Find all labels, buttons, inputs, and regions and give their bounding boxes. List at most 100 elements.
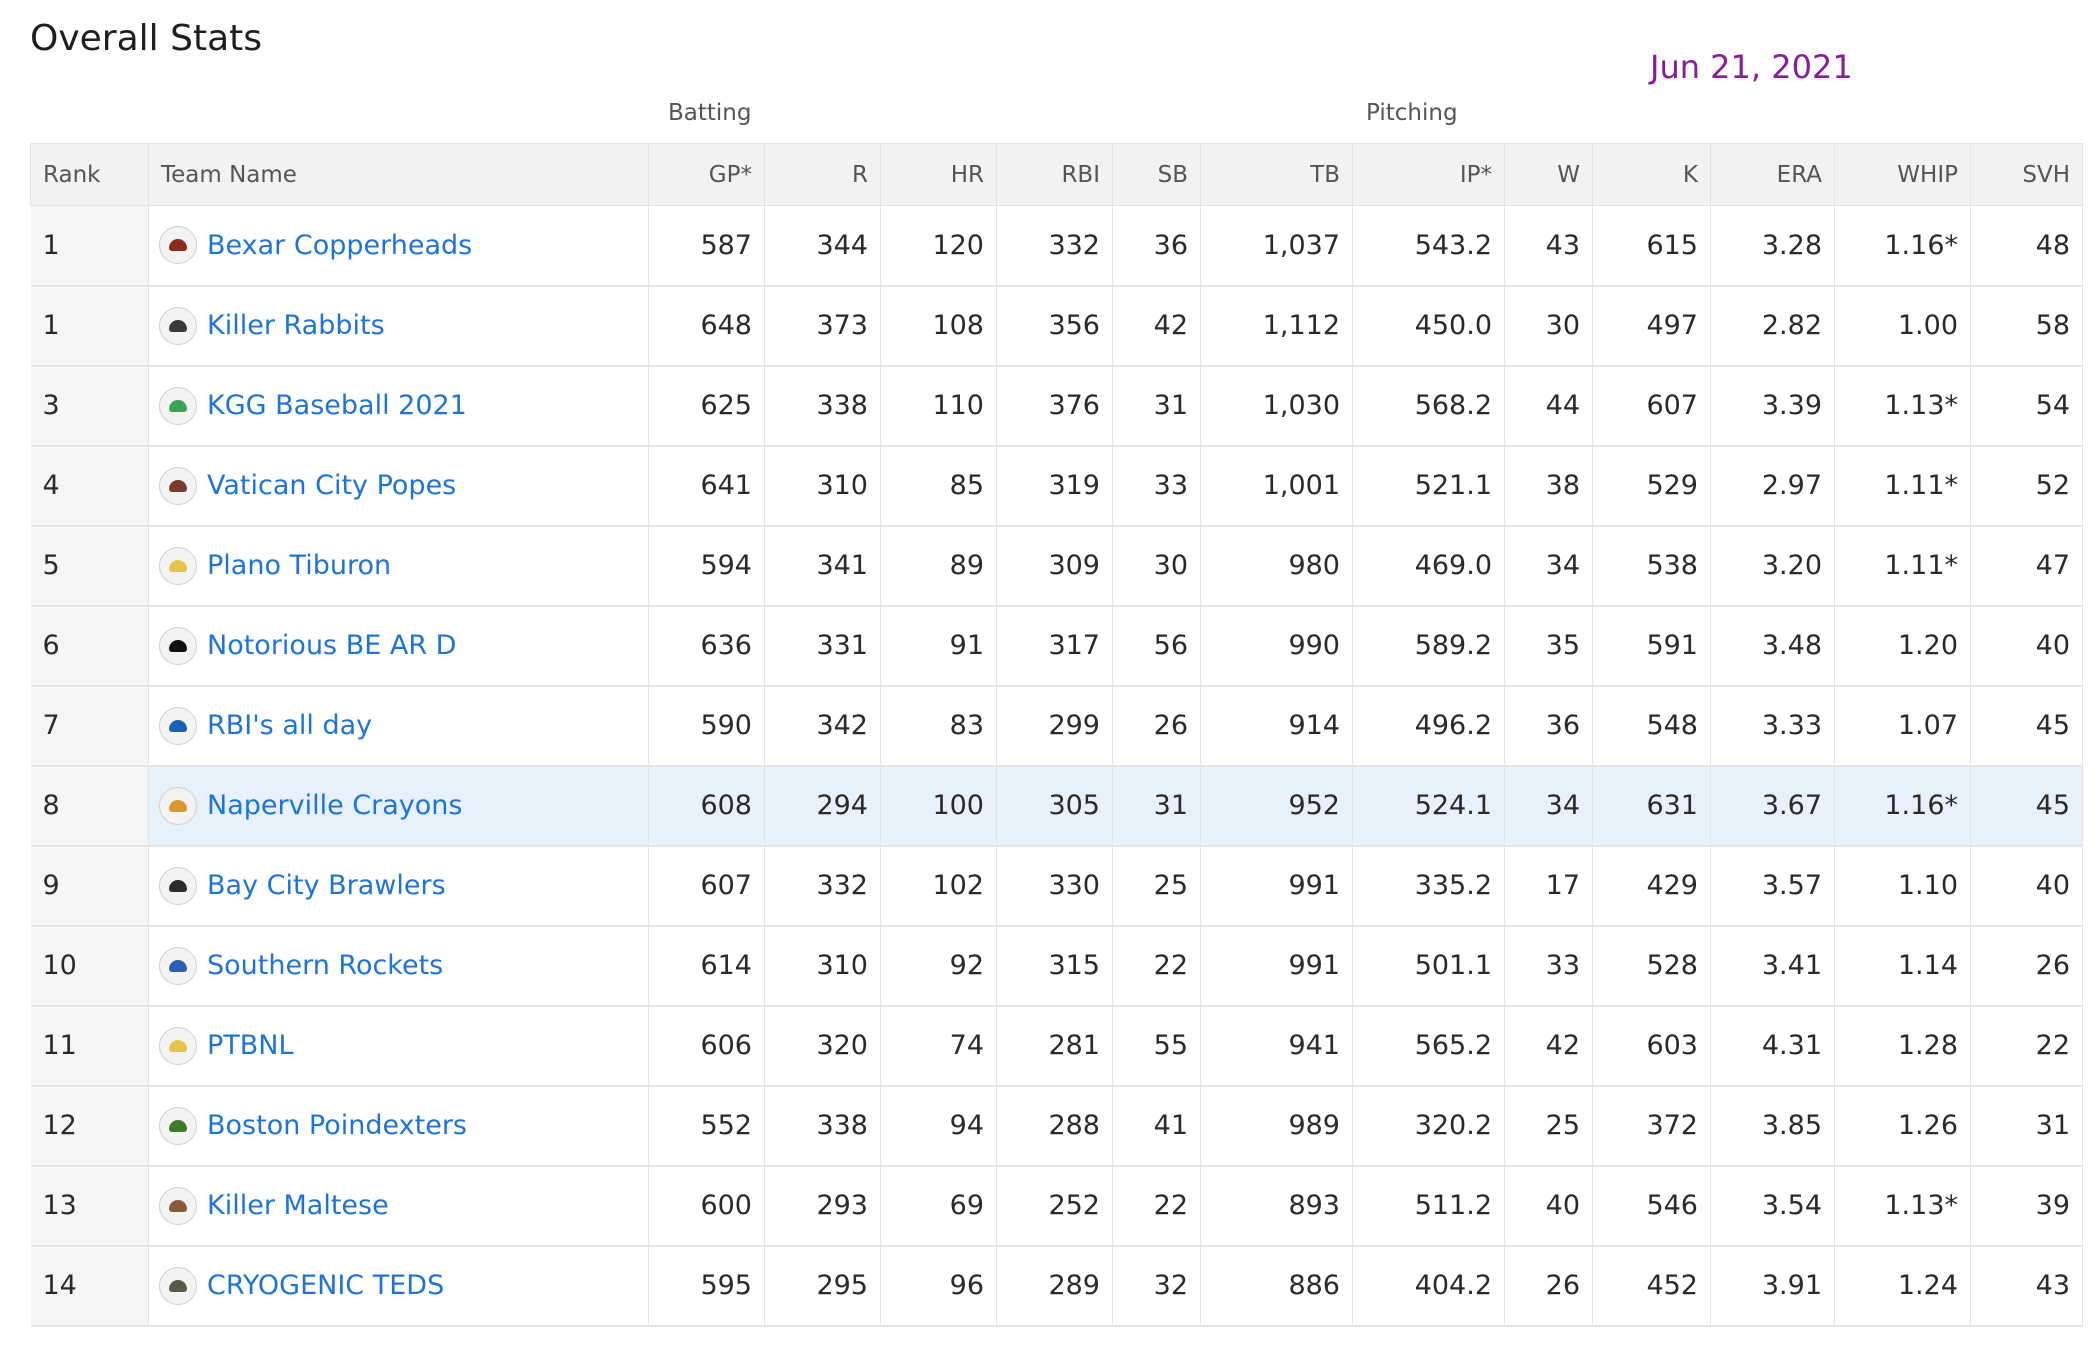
col-header-svh[interactable]: SVH — [1970, 143, 2083, 206]
stat-cell-k: 615 — [1592, 205, 1711, 287]
stat-cell-rbi: 281 — [996, 1005, 1113, 1087]
stat-cell-gp: 595 — [648, 1245, 765, 1327]
rank-cell: 1 — [30, 205, 149, 287]
stat-cell-tb: 1,030 — [1200, 365, 1353, 447]
col-header-era[interactable]: ERA — [1710, 143, 1835, 206]
team-link[interactable]: Naperville Crayons — [207, 790, 462, 821]
stat-cell-whip[interactable]: 1.13* — [1834, 365, 1971, 447]
stat-cell-whip: 1.26 — [1834, 1085, 1971, 1167]
stat-cell-whip[interactable]: 1.16* — [1834, 205, 1971, 287]
col-header-hr[interactable]: HR — [880, 143, 997, 206]
dog-logo-icon — [159, 1186, 197, 1225]
stat-cell-r: 293 — [764, 1165, 881, 1247]
table-row: 13 Killer Maltese 600 293 69 252 22 893 511.2 40 5… — [30, 1165, 2083, 1247]
stat-cell-k: 631 — [1592, 765, 1711, 847]
stat-cell-svh: 47 — [1970, 525, 2083, 607]
stat-cell-w: 42 — [1504, 1005, 1593, 1087]
stat-cell-era: 3.57 — [1710, 845, 1835, 927]
stat-cell-k: 607 — [1592, 365, 1711, 447]
team-cell: RBI's all day — [148, 685, 649, 767]
stat-cell-era: 3.41 — [1710, 925, 1835, 1007]
stat-cell-gp: 641 — [648, 445, 765, 527]
team-link[interactable]: Bexar Copperheads — [207, 230, 472, 261]
stat-cell-era: 3.39 — [1710, 365, 1835, 447]
stat-cell-whip[interactable]: 1.16* — [1834, 765, 1971, 847]
rank-cell: 7 — [30, 685, 149, 767]
col-header-sb[interactable]: SB — [1112, 143, 1201, 206]
team-cell: Notorious BE AR D — [148, 605, 649, 687]
col-header-ip[interactable]: IP* — [1352, 143, 1505, 206]
stat-cell-w: 17 — [1504, 845, 1593, 927]
stat-cell-w: 34 — [1504, 525, 1593, 607]
stat-cell-rbi: 299 — [996, 685, 1113, 767]
stat-cell-whip[interactable]: 1.11* — [1834, 445, 1971, 527]
col-header-r[interactable]: R — [764, 143, 881, 206]
col-header-k[interactable]: K — [1592, 143, 1711, 206]
table-row: 8 Naperville Crayons 608 294 100 305 31 952 524.… — [30, 765, 2083, 847]
team-link[interactable]: Boston Poindexters — [207, 1110, 467, 1141]
stat-cell-svh: 26 — [1970, 925, 2083, 1007]
stat-cell-k: 429 — [1592, 845, 1711, 927]
stat-cell-hr: 120 — [880, 205, 997, 287]
team-link[interactable]: Killer Maltese — [207, 1190, 389, 1221]
team-cell: Bay City Brawlers — [148, 845, 649, 927]
stat-cell-ip: 496.2 — [1352, 685, 1505, 767]
stat-cell-tb: 886 — [1200, 1245, 1353, 1327]
team-link[interactable]: Southern Rockets — [207, 950, 443, 981]
team-cell: Vatican City Popes — [148, 445, 649, 527]
team-link[interactable]: Killer Rabbits — [207, 310, 385, 341]
team-link[interactable]: Bay City Brawlers — [207, 870, 446, 901]
team-link[interactable]: KGG Baseball 2021 — [207, 390, 467, 421]
col-header-w[interactable]: W — [1504, 143, 1593, 206]
team-link[interactable]: Plano Tiburon — [207, 550, 391, 581]
col-header-rbi[interactable]: RBI — [996, 143, 1113, 206]
stat-cell-whip[interactable]: 1.11* — [1834, 525, 1971, 607]
col-header-tb[interactable]: TB — [1200, 143, 1353, 206]
team-cell: Killer Rabbits — [148, 285, 649, 367]
dog-logo-icon — [159, 866, 197, 905]
stat-cell-w: 43 — [1504, 205, 1593, 287]
totem-logo-icon — [159, 786, 197, 825]
stat-cell-w: 25 — [1504, 1085, 1593, 1167]
stat-cell-k: 603 — [1592, 1005, 1711, 1087]
stats-table: Rank Team Name GP* R HR RBI SB TB IP* W … — [30, 143, 2083, 1327]
team-link[interactable]: CRYOGENIC TEDS — [207, 1270, 444, 1301]
stat-cell-w: 35 — [1504, 605, 1593, 687]
stat-cell-tb: 914 — [1200, 685, 1353, 767]
team-link[interactable]: RBI's all day — [207, 710, 372, 741]
stat-cell-w: 44 — [1504, 365, 1593, 447]
stat-cell-w: 30 — [1504, 285, 1593, 367]
stat-cell-hr: 85 — [880, 445, 997, 527]
stat-cell-k: 538 — [1592, 525, 1711, 607]
team-link[interactable]: Notorious BE AR D — [207, 630, 456, 661]
gator-logo-icon — [159, 1106, 197, 1145]
col-header-whip[interactable]: WHIP — [1834, 143, 1971, 206]
jar-logo-icon — [159, 1266, 197, 1305]
stat-cell-svh: 40 — [1970, 605, 2083, 687]
stat-cell-r: 338 — [764, 1085, 881, 1167]
col-header-gp[interactable]: GP* — [648, 143, 765, 206]
stat-cell-svh: 54 — [1970, 365, 2083, 447]
stat-cell-sb: 32 — [1112, 1245, 1201, 1327]
team-cell: Killer Maltese — [148, 1165, 649, 1247]
stat-cell-k: 591 — [1592, 605, 1711, 687]
stat-cell-whip[interactable]: 1.13* — [1834, 1165, 1971, 1247]
team-link[interactable]: Vatican City Popes — [207, 470, 456, 501]
stat-cell-r: 332 — [764, 845, 881, 927]
stat-cell-era: 3.48 — [1710, 605, 1835, 687]
rank-cell: 11 — [30, 1005, 149, 1087]
stat-cell-sb: 36 — [1112, 205, 1201, 287]
stat-cell-tb: 990 — [1200, 605, 1353, 687]
snake-logo-icon — [159, 226, 197, 265]
stat-cell-w: 26 — [1504, 1245, 1593, 1327]
col-header-rank[interactable]: Rank — [30, 143, 149, 206]
stat-cell-k: 528 — [1592, 925, 1711, 1007]
team-link[interactable]: PTBNL — [207, 1030, 294, 1061]
stat-cell-ip: 335.2 — [1352, 845, 1505, 927]
table-row: 7 RBI's all day 590 342 83 299 26 914 496.2 36 548… — [30, 685, 2083, 767]
stat-cell-r: 338 — [764, 365, 881, 447]
col-header-team-name[interactable]: Team Name — [148, 143, 649, 206]
stat-cell-sb: 56 — [1112, 605, 1201, 687]
stat-cell-tb: 893 — [1200, 1165, 1353, 1247]
stat-cell-gp: 636 — [648, 605, 765, 687]
